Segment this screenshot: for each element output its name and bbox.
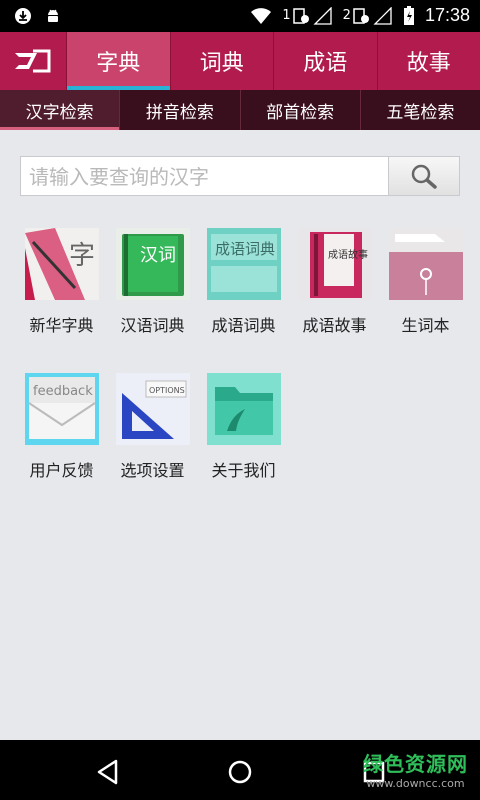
subtab-radical-label: 部首检索 (266, 102, 335, 123)
app-bar: 字典 词典 成语 故事 (0, 32, 480, 90)
feature-xinhua-dictionary[interactable]: 字 新华字典 (16, 228, 107, 373)
watermark-title: 绿色资源网 (363, 752, 468, 776)
feature-idiom-dictionary[interactable]: 成语词典 成语词典 (198, 228, 289, 373)
tab-cidian[interactable]: 词典 (171, 32, 274, 90)
feature-idiom-story[interactable]: 成语故事 成语故事 (289, 228, 380, 373)
tab-chengyu-label: 成语 (303, 51, 348, 76)
new-words-notebook-icon (388, 228, 463, 300)
watermark: 绿色资源网 www.downcc.com (363, 748, 468, 790)
chinese-dict-tile-text: 汉词 (140, 245, 176, 266)
options-set-square-icon: OPTIONS (115, 373, 190, 445)
status-time: 17:38 (424, 5, 470, 25)
tab-cidian-label: 词典 (199, 51, 244, 76)
feature-options-settings[interactable]: OPTIONS 选项设置 (107, 373, 198, 518)
status-bar: 1 2 17:38 (0, 0, 480, 32)
status-bar-system: 1 2 17:38 (250, 5, 470, 26)
tab-chengyu[interactable]: 成语 (274, 32, 378, 90)
feature-chinese-dictionary[interactable]: 汉词 汉语词典 (107, 228, 198, 373)
feature-new-words-notebook[interactable]: 生词本 (380, 228, 471, 373)
search-input[interactable]: 请输入要查询的汉字 (20, 156, 388, 196)
sim2-signal: 2 (342, 6, 393, 25)
feature-label: 用户反馈 (29, 461, 94, 480)
feature-label: 汉语词典 (120, 316, 185, 335)
sim1-signal-icon (292, 7, 309, 24)
search-bar: 请输入要查询的汉字 (20, 156, 460, 196)
feature-label: 成语词典 (211, 316, 276, 335)
android-icon (48, 9, 58, 22)
subtab-pinyin-label: 拼音检索 (145, 102, 214, 123)
sim2-signal-icon (353, 7, 369, 24)
feedback-envelope-icon: feedback (24, 373, 99, 445)
subtab-pinyin-search[interactable]: 拼音检索 (120, 90, 241, 130)
feature-row-1: 字 新华字典 汉词 汉语词典 成语词典 成语词典 成语故事 成语故事 生词本 (16, 228, 476, 373)
back-icon[interactable] (94, 758, 122, 786)
tab-zidian[interactable]: 字典 (67, 32, 171, 90)
chinese-dictionary-icon: 汉词 (115, 228, 190, 300)
signal-strength-icon (313, 6, 332, 25)
feedback-tile-text: feedback (33, 384, 93, 399)
feature-label: 成语故事 (302, 316, 367, 335)
feature-label: 关于我们 (211, 461, 276, 480)
options-tile-text: OPTIONS (149, 386, 185, 395)
feature-label: 生词本 (401, 316, 450, 335)
feature-row-2: feedback 用户反馈 OPTIONS 选项设置 关于我们 (16, 373, 476, 518)
sim1-label: 1 (282, 8, 291, 23)
subtab-radical-search[interactable]: 部首检索 (241, 90, 361, 130)
subtab-wubi-label: 五笔检索 (386, 102, 455, 123)
search-mode-tabs: 汉字检索 拼音检索 部首检索 五笔检索 (0, 90, 480, 130)
subtab-hanzi-label: 汉字检索 (25, 102, 94, 123)
subtab-wubi-search[interactable]: 五笔检索 (361, 90, 480, 130)
search-icon (411, 164, 437, 189)
about-folder-icon (206, 373, 281, 445)
app-logo[interactable] (0, 32, 67, 90)
tab-gushi-label: 故事 (406, 51, 451, 76)
feature-grid: 字 新华字典 汉词 汉语词典 成语词典 成语词典 成语故事 成语故事 生词本 f… (16, 228, 476, 518)
sim2-label: 2 (342, 8, 351, 23)
home-icon[interactable] (226, 758, 254, 786)
xinhua-dictionary-icon: 字 (24, 228, 99, 300)
tab-zidian-label: 字典 (96, 51, 141, 76)
wifi-icon (251, 7, 272, 24)
xinhua-tile-text: 字 (69, 241, 95, 271)
search-button[interactable] (388, 156, 460, 196)
idiom-story-icon: 成语故事 (297, 228, 372, 300)
feature-label: 新华字典 (29, 316, 94, 335)
battery-charging-icon (403, 5, 414, 25)
feature-user-feedback[interactable]: feedback 用户反馈 (16, 373, 107, 518)
tab-gushi[interactable]: 故事 (378, 32, 480, 90)
feature-label: 选项设置 (120, 461, 185, 480)
idiom-dictionary-icon: 成语词典 (206, 228, 281, 300)
signal-strength-2-icon (373, 6, 392, 25)
idiom-dict-tile-text: 成语词典 (215, 240, 275, 258)
sim1-signal: 1 (282, 6, 332, 25)
status-bar-notifications (14, 7, 62, 25)
subtab-hanzi-search[interactable]: 汉字检索 (0, 90, 121, 130)
app-logo-icon (15, 49, 51, 73)
feature-about-us[interactable]: 关于我们 (198, 373, 289, 518)
watermark-url: www.downcc.com (366, 777, 465, 790)
download-icon (15, 8, 31, 24)
idiom-story-tile-text: 成语故事 (328, 248, 368, 261)
